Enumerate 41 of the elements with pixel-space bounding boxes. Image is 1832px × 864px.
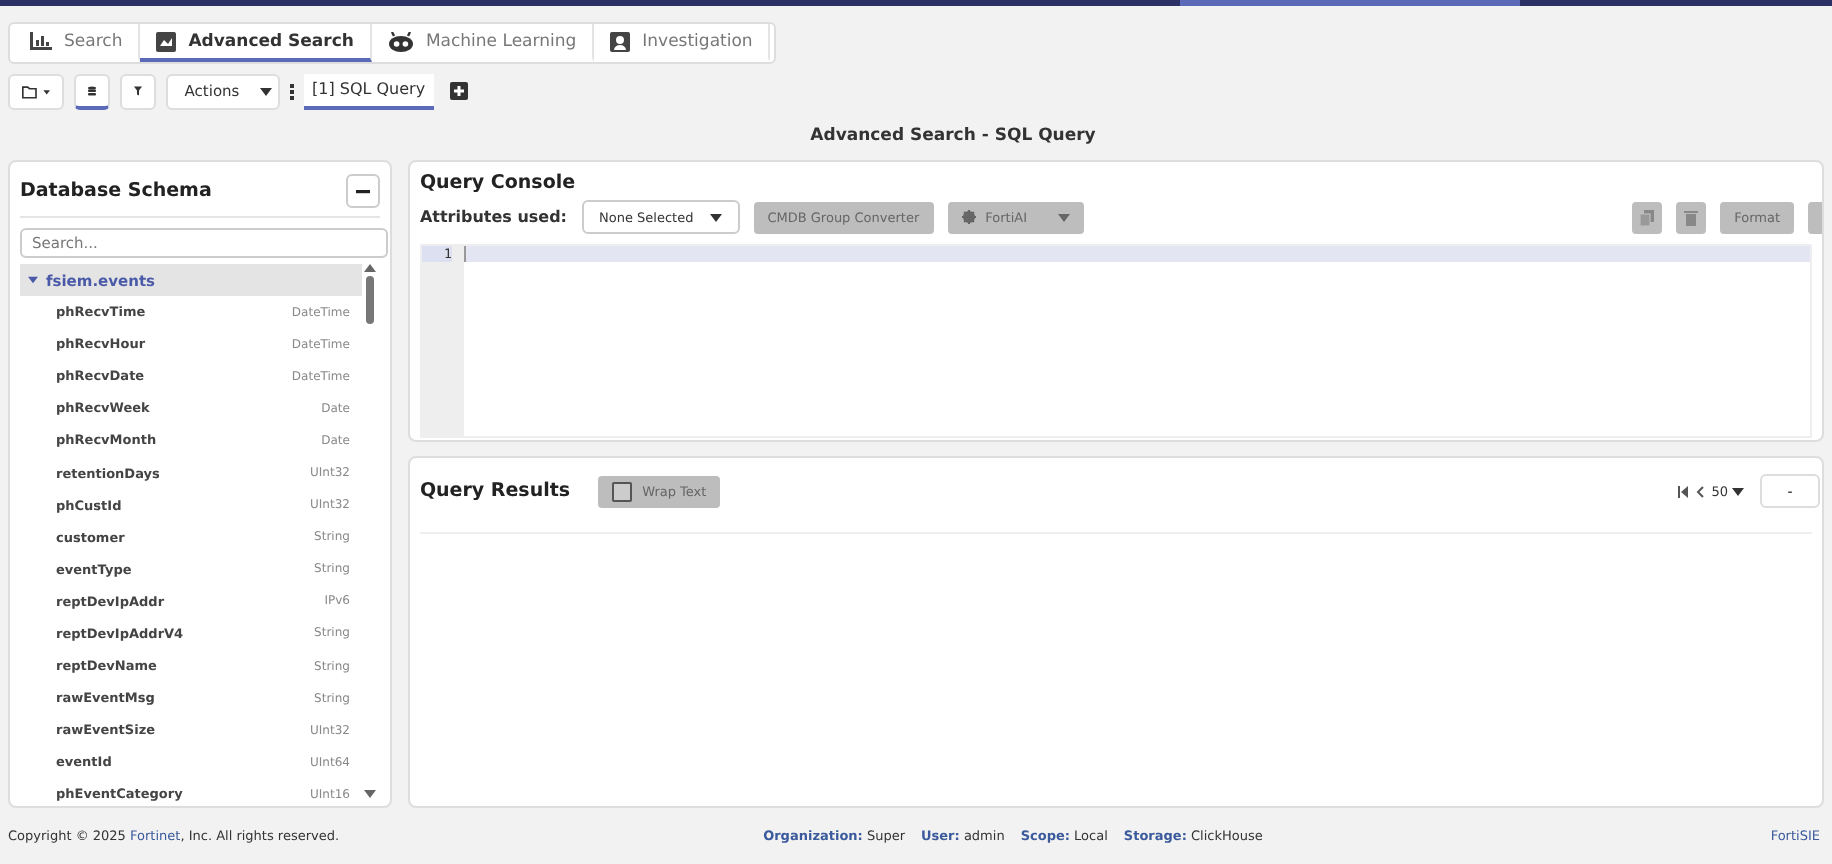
filter-icon bbox=[134, 82, 142, 100]
caret-icon bbox=[709, 213, 722, 221]
gear-icon bbox=[961, 210, 976, 224]
folder-icon bbox=[22, 83, 50, 99]
first-page-button[interactable] bbox=[1677, 485, 1688, 497]
trash-icon bbox=[1684, 209, 1699, 225]
collapse-button[interactable] bbox=[345, 174, 380, 208]
delete-button[interactable] bbox=[1676, 201, 1707, 233]
attributes-label: Attributes used: bbox=[419, 208, 568, 226]
caret-icon bbox=[1732, 487, 1744, 495]
report-icon bbox=[156, 31, 177, 51]
query-tab[interactable]: [1] SQL Query bbox=[304, 73, 434, 109]
chevron-left-icon bbox=[1695, 485, 1704, 497]
copy-icon bbox=[1640, 209, 1655, 225]
caret-icon bbox=[28, 276, 38, 284]
filter-button[interactable] bbox=[120, 73, 156, 109]
tab[interactable]: Search bbox=[14, 24, 141, 62]
scrollbar-thumb[interactable] bbox=[366, 276, 375, 324]
minus-icon bbox=[355, 189, 370, 193]
first-page-icon bbox=[1677, 485, 1688, 497]
copy-button[interactable] bbox=[1632, 201, 1663, 233]
panel-title: Database Schema bbox=[20, 180, 212, 202]
database-icon bbox=[88, 81, 96, 99]
robot-icon bbox=[387, 31, 414, 51]
page-title: Advanced Search - SQL Query bbox=[808, 126, 1098, 150]
scroll-up-icon[interactable] bbox=[364, 264, 377, 272]
add-tab-icon[interactable] bbox=[449, 82, 468, 100]
checkbox[interactable] bbox=[612, 481, 633, 501]
panel-title: Query Results bbox=[419, 480, 571, 502]
database-button[interactable] bbox=[74, 73, 110, 109]
chart-icon bbox=[30, 32, 52, 50]
folder-button[interactable] bbox=[8, 73, 64, 109]
caret-icon bbox=[1057, 213, 1069, 221]
tab[interactable]: Investigation bbox=[594, 24, 771, 62]
tab[interactable]: Advanced Search bbox=[140, 24, 372, 62]
tab[interactable]: Machine Learning bbox=[371, 24, 595, 62]
caret-icon bbox=[259, 87, 272, 95]
scroll-down-icon[interactable] bbox=[364, 790, 377, 798]
previous-page-button[interactable] bbox=[1695, 485, 1704, 497]
report-icon bbox=[610, 31, 631, 51]
panel-title: Query Console bbox=[419, 172, 578, 194]
